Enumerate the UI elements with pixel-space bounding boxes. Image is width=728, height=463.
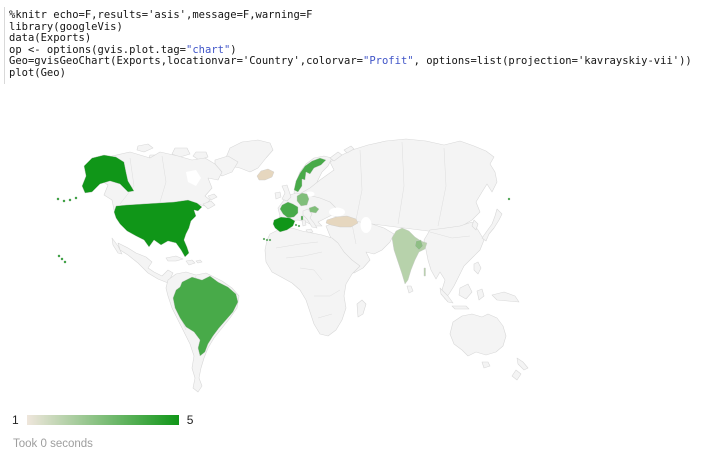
legend-gradient-bar[interactable] [27, 415, 179, 425]
region-uk [282, 185, 291, 201]
code-line: Geo=gvisGeoChart(Exports,locationvar='Co… [9, 56, 726, 68]
code-line: library(googleVis) [9, 22, 726, 34]
notebook-page: %knitr echo=F,results='asis',message=F,w… [0, 0, 728, 463]
balearic-dot [295, 224, 297, 226]
hawaii-dot [58, 255, 60, 257]
region-ireland [275, 192, 281, 199]
legend-min-label: 1 [12, 413, 19, 427]
legend-max-label: 5 [187, 413, 194, 427]
region-madagascar [357, 300, 366, 317]
corsica-dot [301, 216, 303, 220]
balearic-dot [298, 225, 300, 227]
chunk-timing-text: Took 0 seconds [13, 438, 93, 450]
dataless-regions [96, 139, 528, 392]
color-legend: 1 5 [12, 413, 193, 427]
hawaii-dot [64, 261, 66, 263]
region-japan [482, 209, 502, 241]
black-sea [329, 208, 345, 217]
region-east-asia [424, 222, 484, 299]
country-brazil[interactable] [173, 276, 238, 356]
canary-dot [266, 239, 268, 241]
caspian-sea [361, 217, 372, 233]
patch-pacific-islet[interactable] [508, 198, 510, 200]
country-india[interactable] [392, 228, 427, 284]
code-line: plot(Geo) [9, 68, 726, 80]
code-chunk: %knitr echo=F,results='asis',message=F,w… [4, 7, 726, 84]
country-iceland[interactable] [257, 169, 274, 180]
region-new-zealand [517, 358, 528, 370]
region-australia [450, 314, 506, 356]
andaman-dash [424, 268, 426, 276]
hawaii-dot [61, 258, 63, 260]
canary-dot [269, 239, 271, 241]
canary-dot [263, 238, 265, 240]
